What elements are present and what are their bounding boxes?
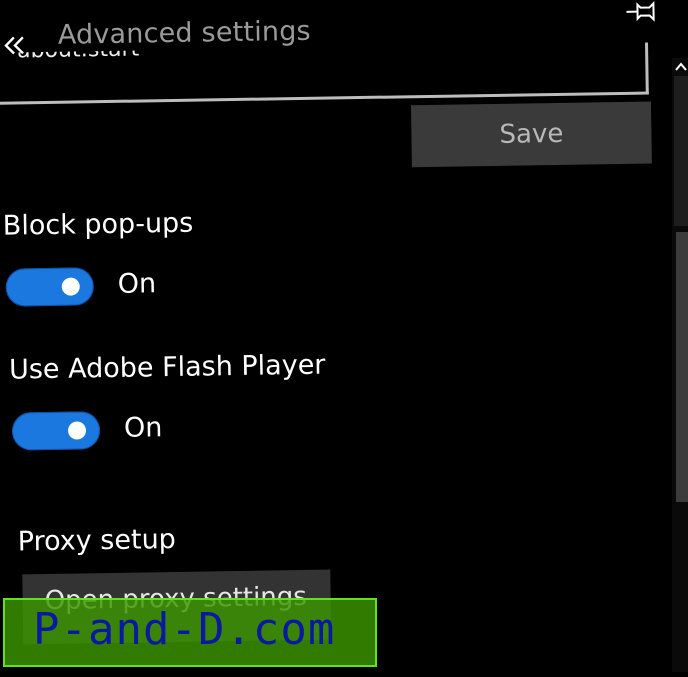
block-popups-toggle[interactable] [5,267,94,306]
scrollbar-thumb[interactable] [676,232,688,502]
pin-icon[interactable] [625,0,661,23]
advanced-settings-panel: Advanced settings about:start Save Block… [0,0,688,677]
block-popups-state: On [117,268,156,300]
watermark-text: P-and-D.com [33,604,335,655]
toggle-knob [62,277,80,295]
chevron-up-icon[interactable] [674,60,688,74]
toggle-knob [68,421,86,439]
page-title: Advanced settings [58,16,311,51]
home-page-input[interactable]: about:start [0,43,649,105]
watermark: P-and-D.com [3,598,377,667]
flash-player-label: Use Adobe Flash Player [9,350,326,386]
flash-player-state: On [124,412,163,444]
flash-player-toggle[interactable] [12,411,101,450]
save-button[interactable]: Save [411,101,652,167]
scrollbar-rail [674,76,688,226]
proxy-setup-label: Proxy setup [18,524,177,557]
block-popups-label: Block pop-ups [3,208,194,242]
